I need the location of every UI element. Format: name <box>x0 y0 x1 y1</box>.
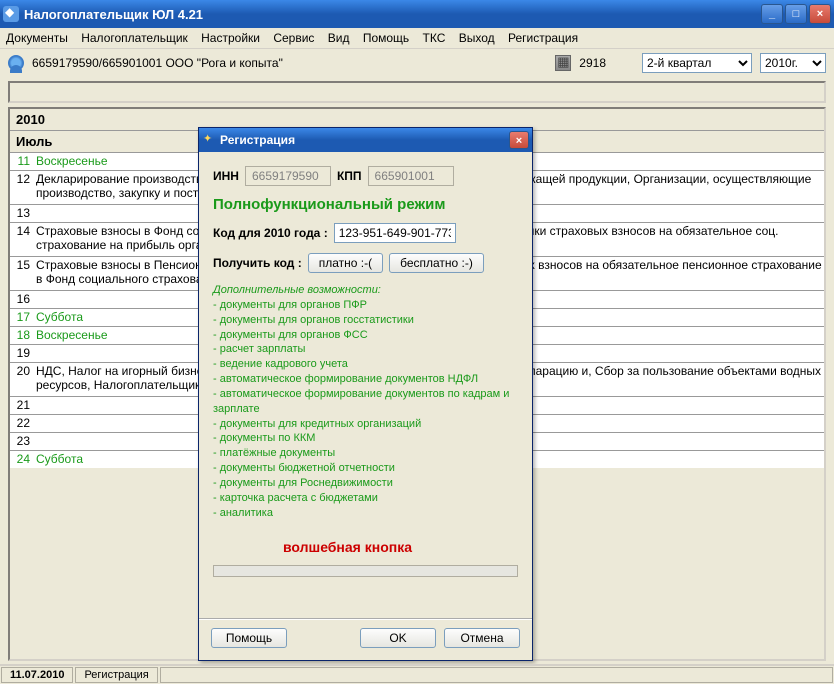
toolbar: 6659179590/665901001 ООО "Рога и копыта"… <box>0 49 834 77</box>
org-label: 6659179590/665901001 ООО "Рога и копыта" <box>32 56 283 70</box>
feature-item: - расчет зарплаты <box>213 342 518 357</box>
progress-bar <box>213 565 518 577</box>
registration-dialog: Регистрация × ИНН КПП Полнофункциональны… <box>198 127 533 661</box>
calendar-day: 19 <box>10 345 34 360</box>
kpp-label: КПП <box>337 169 362 183</box>
menu-taxpayer[interactable]: Налогоплательщик <box>81 31 188 45</box>
feature-item: - ведение кадрового учета <box>213 357 518 372</box>
calendar-day: 15 <box>10 257 34 272</box>
main-titlebar: Налогоплательщик ЮЛ 4.21 _ □ × <box>0 0 834 28</box>
feature-item: - карточка расчета с бюджетами <box>213 491 518 506</box>
feature-item: - автоматическое формирование документов… <box>213 387 518 417</box>
feature-item: - документы для кредитных организаций <box>213 417 518 432</box>
org-number: 2918 <box>579 56 606 70</box>
calendar-day: 20 <box>10 363 34 378</box>
quarter-select[interactable]: 2-й квартал <box>642 53 752 73</box>
dialog-close-button[interactable]: × <box>509 131 529 149</box>
feature-item: - автоматическое формирование документов… <box>213 372 518 387</box>
menu-service[interactable]: Сервис <box>273 31 314 45</box>
feature-item: - аналитика <box>213 506 518 521</box>
free-button[interactable]: бесплатно :-) <box>389 253 484 273</box>
close-button[interactable]: × <box>809 4 831 24</box>
user-icon[interactable] <box>8 55 24 71</box>
get-code-label: Получить код : <box>213 256 302 270</box>
feature-item: - документы бюджетной отчетности <box>213 461 518 476</box>
features-title: Дополнительные возможности: <box>213 283 518 298</box>
feature-item: - документы для органов госстатистики <box>213 313 518 328</box>
calendar-day: 22 <box>10 415 34 430</box>
dialog-icon <box>202 133 216 147</box>
dialog-title: Регистрация <box>220 133 509 147</box>
calendar-day: 11 <box>10 153 34 168</box>
code-input[interactable] <box>334 223 456 243</box>
calendar-day: 14 <box>10 223 34 238</box>
help-button[interactable]: Помощь <box>211 628 287 648</box>
app-title: Налогоплательщик ЮЛ 4.21 <box>24 7 761 22</box>
annotation-text: волшебная кнопка <box>283 539 518 555</box>
maximize-button[interactable]: □ <box>785 4 807 24</box>
ok-button[interactable]: OK <box>360 628 436 648</box>
toolbar-panel <box>8 81 826 103</box>
menu-exit[interactable]: Выход <box>459 31 495 45</box>
calendar-day: 17 <box>10 309 34 324</box>
minimize-button[interactable]: _ <box>761 4 783 24</box>
inn-field <box>245 166 331 186</box>
menu-settings[interactable]: Настройки <box>201 31 260 45</box>
feature-item: - документы для Роснедвижимости <box>213 476 518 491</box>
kpp-field <box>368 166 454 186</box>
calendar-day: 12 <box>10 171 34 186</box>
statusbar: 11.07.2010 Регистрация <box>0 664 834 684</box>
menubar: Документы Налогоплательщик Настройки Сер… <box>0 28 834 49</box>
feature-item: - платёжные документы <box>213 446 518 461</box>
feature-item: - документы для органов ПФР <box>213 298 518 313</box>
status-fill <box>160 667 833 683</box>
calendar-day: 13 <box>10 205 34 220</box>
mode-heading: Полнофункциональный режим <box>213 196 518 213</box>
menu-registration[interactable]: Регистрация <box>508 31 578 45</box>
app-icon <box>3 6 19 22</box>
status-mode: Регистрация <box>75 667 157 683</box>
feature-item: - документы по ККМ <box>213 431 518 446</box>
calendar-day: 16 <box>10 291 34 306</box>
status-date: 11.07.2010 <box>1 667 73 683</box>
menu-tks[interactable]: ТКС <box>423 31 446 45</box>
calendar-day: 21 <box>10 397 34 412</box>
calendar-day: 18 <box>10 327 34 342</box>
feature-item: - документы для органов ФСС <box>213 328 518 343</box>
calendar-day: 24 <box>10 451 34 466</box>
code-label: Код для 2010 года : <box>213 226 328 240</box>
menu-view[interactable]: Вид <box>328 31 350 45</box>
menu-help[interactable]: Помощь <box>363 31 409 45</box>
cancel-button[interactable]: Отмена <box>444 628 520 648</box>
paid-button[interactable]: платно :-( <box>308 253 383 273</box>
year-select[interactable]: 2010г. <box>760 53 826 73</box>
features-block: Дополнительные возможности: - документы … <box>213 283 518 521</box>
calculator-icon[interactable] <box>555 55 571 71</box>
calendar-day: 23 <box>10 433 34 448</box>
menu-documents[interactable]: Документы <box>6 31 68 45</box>
inn-label: ИНН <box>213 169 239 183</box>
